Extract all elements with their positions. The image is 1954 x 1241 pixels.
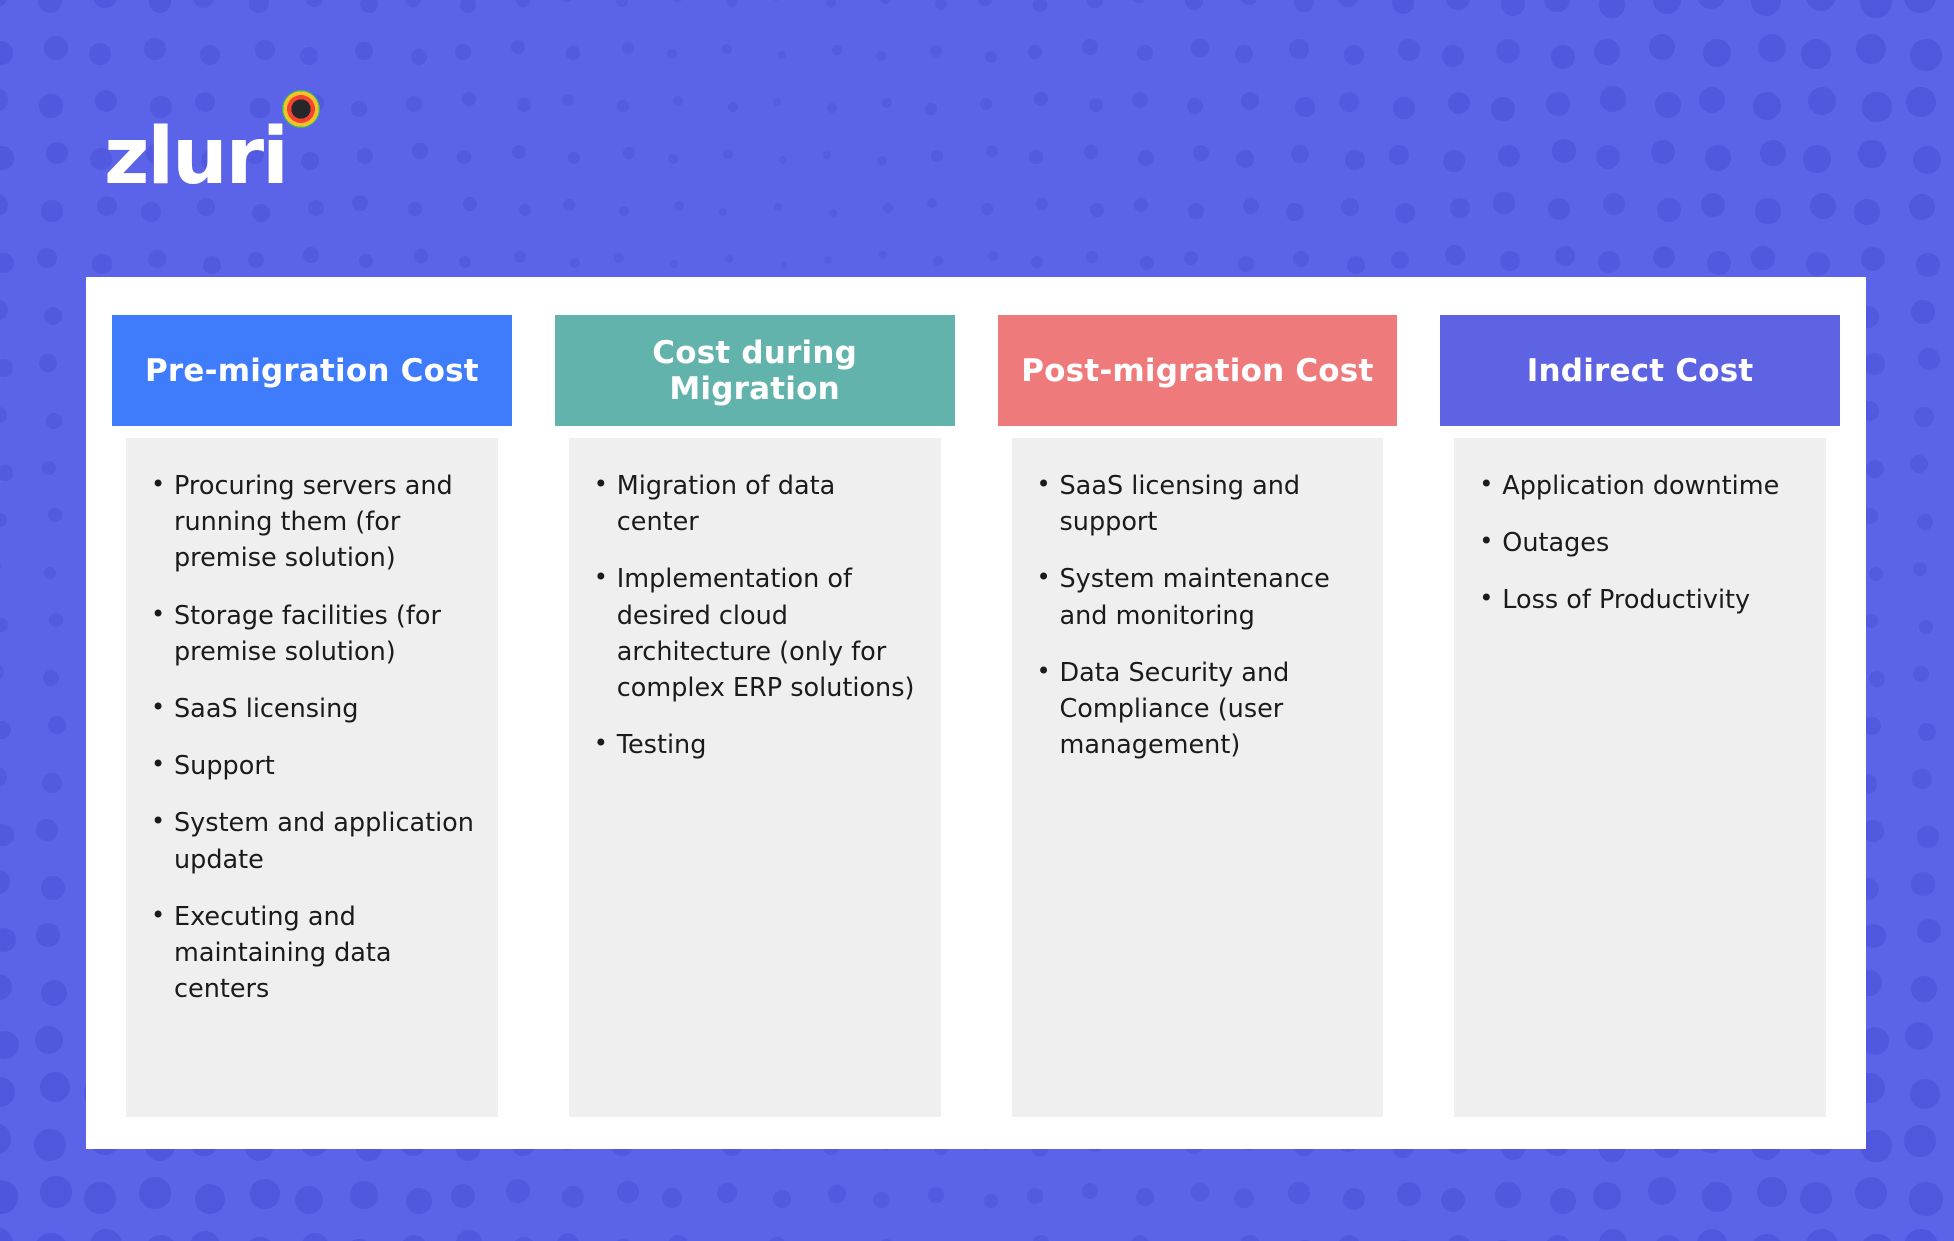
list-item: Implementation of desired cloud architec… <box>591 560 919 706</box>
list-item: Migration of data center <box>591 467 919 540</box>
bullet-list: Procuring servers and running them (for … <box>148 467 476 1008</box>
list-item: System maintenance and monitoring <box>1034 560 1362 633</box>
cost-column: Pre-migration Cost Procuring servers and … <box>112 315 512 1117</box>
list-item: Executing and maintaining data centers <box>148 898 476 1008</box>
logo-wordmark: zluri <box>104 112 289 202</box>
zluri-logo: zluri <box>104 90 320 202</box>
list-item: Loss of Productivity <box>1476 581 1804 618</box>
bullet-list: Application downtime Outages Loss of Produ… <box>1476 467 1804 619</box>
list-item: System and application update <box>148 804 476 877</box>
list-item: Outages <box>1476 524 1804 561</box>
cost-column: Indirect Cost Application downtime Outages… <box>1440 315 1840 1117</box>
column-header-3: Post-migration Cost <box>997 315 1398 426</box>
cost-category-columns: Pre-migration Cost Procuring servers and … <box>112 315 1840 1117</box>
bullet-list: SaaS licensing and support System mainten… <box>1034 467 1362 764</box>
content-card: Pre-migration Cost Procuring servers and … <box>86 277 1866 1149</box>
list-item: Support <box>148 747 476 784</box>
column-header-2: Cost during Migration <box>554 315 955 426</box>
column-panel: Application downtime Outages Loss of Produ… <box>1454 438 1826 1117</box>
column-panel: Migration of data center Implementation o… <box>568 438 941 1117</box>
column-panel: Procuring servers and running them (for … <box>126 438 498 1117</box>
list-item: Testing <box>591 726 919 763</box>
rainbow-circle-icon <box>282 90 320 128</box>
column-header-1: Pre-migration Cost <box>112 315 512 426</box>
list-item: SaaS licensing and support <box>1034 467 1362 540</box>
list-item: Application downtime <box>1476 467 1804 504</box>
list-item: SaaS licensing <box>148 690 476 727</box>
bullet-list: Migration of data center Implementation o… <box>591 467 919 763</box>
column-header-4: Indirect Cost <box>1440 315 1840 426</box>
cost-column: Post-migration Cost SaaS licensing and su… <box>997 315 1398 1117</box>
list-item: Data Security and Compliance (user manag… <box>1034 654 1362 764</box>
list-item: Procuring servers and running them (for … <box>148 467 476 577</box>
cost-column: Cost during Migration Migration of data c… <box>554 315 955 1117</box>
list-item: Storage facilities (for premise solution… <box>148 597 476 670</box>
column-panel: SaaS licensing and support System mainten… <box>1011 438 1384 1117</box>
